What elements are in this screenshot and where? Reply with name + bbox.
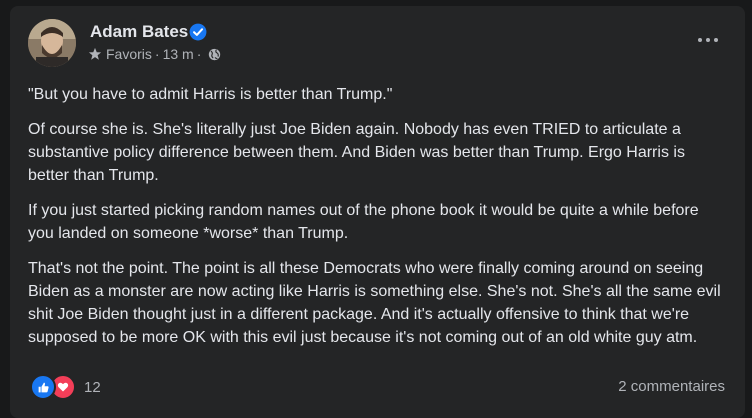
post-body: "But you have to admit Harris is better … [28,83,728,361]
post-meta: Favoris · 13 m · [88,45,221,63]
star-icon [88,47,102,60]
post-paragraph: "But you have to admit Harris is better … [28,86,393,103]
avatar[interactable] [28,19,76,67]
post-paragraph: If you just started picking random names… [28,202,699,242]
author-name[interactable]: Adam Bates [90,21,188,43]
like-icon [30,374,56,400]
verified-badge-icon [189,23,207,41]
more-options-button[interactable] [693,30,723,50]
audience-label[interactable]: Favoris [106,45,152,63]
meta-separator: · [154,46,160,62]
comments-count-link[interactable]: 2 commentaires [618,378,725,395]
reaction-count: 12 [84,378,101,396]
avatar-image [28,19,76,67]
post-paragraph: That's not the point. The point is all t… [28,260,721,346]
post-card: Adam Bates Favoris · 13 m · "But you hav… [10,6,745,418]
meta-separator-2: · [196,46,202,62]
post-paragraph: Of course she is. She's literally just J… [28,121,685,184]
more-dot [714,38,718,42]
more-dot [706,38,710,42]
more-dot [698,38,702,42]
post-time[interactable]: 13 m [163,45,194,63]
reactions-summary[interactable]: 12 [30,374,101,400]
globe-icon[interactable] [208,48,221,61]
